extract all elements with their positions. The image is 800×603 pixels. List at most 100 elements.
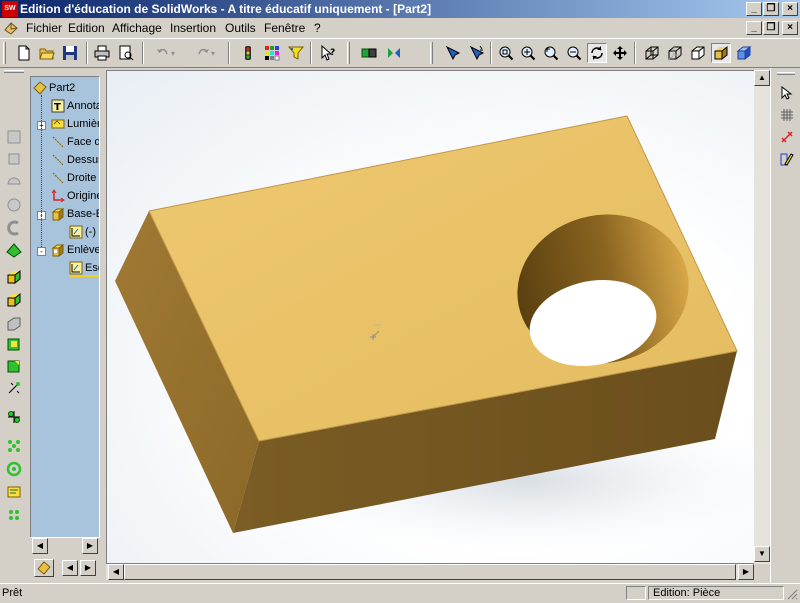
tree-item-top-plane[interactable]: Dessus <box>51 151 99 169</box>
tree-item-origin[interactable]: Origine <box>51 187 99 205</box>
print-preview-icon[interactable] <box>116 43 136 63</box>
tree-item-cut-extrude[interactable]: Enlèvement de matière <box>51 241 99 259</box>
toolbar-grip[interactable] <box>3 42 6 64</box>
toolbar-grip[interactable] <box>777 72 795 75</box>
scroll-thumb[interactable] <box>124 564 736 580</box>
origin-icon <box>51 189 65 203</box>
color-palette-icon[interactable] <box>262 43 282 63</box>
hidden-lines-removed-icon[interactable] <box>688 43 708 63</box>
zoom-in-icon[interactable] <box>518 43 538 63</box>
smart-select-icon[interactable] <box>467 43 487 63</box>
tree-item-right-plane[interactable]: Droite <box>51 169 99 187</box>
select-icon[interactable] <box>443 43 463 63</box>
wireframe-icon[interactable] <box>642 43 662 63</box>
dimension-icon[interactable] <box>778 128 796 146</box>
toolbar-separator <box>86 42 88 64</box>
hole-wizard-icon[interactable] <box>4 482 24 502</box>
restore-icon[interactable]: ❐ <box>763 2 779 16</box>
scroll-left-icon[interactable]: ◀ <box>108 564 124 580</box>
sweep-disabled-icon[interactable] <box>4 195 24 215</box>
menu-edition[interactable]: Edition <box>64 20 109 36</box>
menu-affichage[interactable]: Affichage <box>108 20 166 36</box>
dome-icon[interactable] <box>4 505 24 525</box>
menu-fichier[interactable]: Fichier <box>22 20 66 36</box>
fillet-icon[interactable] <box>4 314 24 334</box>
assembly-icon[interactable] <box>359 43 379 63</box>
scroll-right-icon[interactable]: ▶ <box>738 564 754 580</box>
tree-item-front-plane[interactable]: Face de face <box>51 133 99 151</box>
minimize-icon[interactable]: _ <box>746 2 762 16</box>
sketch-pencil-icon[interactable] <box>778 150 796 168</box>
tab-scroll-right-icon[interactable]: ▶ <box>80 560 96 576</box>
mirror-icon[interactable] <box>4 459 24 479</box>
extrude-disabled-icon[interactable] <box>4 149 24 169</box>
resize-grip-icon[interactable] <box>786 588 798 600</box>
viewport-vertical-scrollbar[interactable]: ▲ ▼ <box>754 70 770 564</box>
linear-pattern-icon[interactable] <box>4 407 24 427</box>
revolve-disabled-icon[interactable] <box>4 172 24 192</box>
tree-item-base-extrude[interactable]: Base-Extrusion <box>51 205 99 223</box>
hidden-lines-visible-icon[interactable] <box>665 43 685 63</box>
tree-item-lights[interactable]: Lumières <box>51 115 99 133</box>
tree-expand-toggle[interactable]: - <box>37 247 46 256</box>
loft-disabled-icon[interactable] <box>4 218 24 238</box>
circular-pattern-icon[interactable] <box>4 436 24 456</box>
revolve-cut-icon[interactable] <box>4 290 24 310</box>
tree-item-annotations[interactable]: T Annotations <box>51 97 99 115</box>
sketch-tools-toolbar <box>770 68 800 583</box>
pan-icon[interactable] <box>610 43 630 63</box>
open-folder-icon[interactable] <box>37 43 57 63</box>
tab-scroll-left-icon[interactable]: ◀ <box>62 560 78 576</box>
viewport-horizontal-scrollbar[interactable]: ◀ ▶ <box>106 564 754 580</box>
draft-icon[interactable] <box>4 378 24 398</box>
tree-item-sketch2[interactable]: Esquisse2 <box>69 259 99 277</box>
feature-manager-tab[interactable] <box>34 559 54 577</box>
tree-connector <box>41 95 42 247</box>
undo-icon[interactable]: ▾ <box>150 43 180 63</box>
graphics-area[interactable] <box>106 70 770 564</box>
boss-extrude-icon[interactable] <box>4 240 24 260</box>
scroll-left-icon[interactable]: ◀ <box>32 538 48 554</box>
solidworks-logo-icon[interactable]: SW <box>2 1 18 17</box>
zoom-to-fit-icon[interactable] <box>496 43 516 63</box>
menu-insertion[interactable]: Insertion <box>166 20 220 36</box>
doc-restore-icon[interactable]: ❐ <box>763 21 779 35</box>
save-icon[interactable] <box>60 43 80 63</box>
toolbar-grip[interactable] <box>4 70 24 73</box>
cut-extrude-icon[interactable] <box>4 267 24 287</box>
toolbar-grip[interactable] <box>430 42 433 64</box>
shell-icon[interactable] <box>4 356 24 376</box>
scroll-up-icon[interactable]: ▲ <box>754 70 770 86</box>
scroll-right-icon[interactable]: ▶ <box>82 538 98 554</box>
zoom-out-icon[interactable] <box>564 43 584 63</box>
rotate-view-icon[interactable] <box>587 43 607 63</box>
doc-close-icon[interactable]: × <box>782 21 798 35</box>
tree-horizontal-scrollbar[interactable]: ◀ ▶ <box>30 537 100 554</box>
redo-icon[interactable]: ▾ <box>190 43 220 63</box>
close-icon[interactable]: × <box>782 2 798 16</box>
print-icon[interactable] <box>92 43 112 63</box>
shaded-icon[interactable] <box>711 43 731 63</box>
model-view[interactable] <box>107 71 770 564</box>
document-icon[interactable] <box>3 20 19 36</box>
doc-minimize-icon[interactable]: _ <box>746 21 762 35</box>
scroll-down-icon[interactable]: ▼ <box>754 546 770 562</box>
toolbar-grip[interactable] <box>347 42 350 64</box>
tree-item-part2[interactable]: Part2 <box>33 79 99 97</box>
menu-help[interactable]: ? <box>310 20 325 36</box>
sketch-disabled-icon[interactable] <box>4 127 24 147</box>
select-arrow-icon[interactable] <box>778 84 796 102</box>
zoom-to-area-icon[interactable] <box>541 43 561 63</box>
grid-icon[interactable] <box>778 106 796 124</box>
traffic-light-rebuild-icon[interactable] <box>238 43 258 63</box>
chamfer-icon[interactable] <box>4 334 24 354</box>
menu-fenetre[interactable]: Fenêtre <box>260 20 309 36</box>
shaded-edges-icon[interactable] <box>734 43 754 63</box>
new-document-icon[interactable] <box>14 43 34 63</box>
mate-icon[interactable] <box>384 43 404 63</box>
cut-extrude-icon <box>51 244 65 258</box>
whats-this-help-icon[interactable]: ? <box>318 43 338 63</box>
tree-item-sketch1[interactable]: (-) Esquisse1 <box>69 223 99 241</box>
filter-icon[interactable] <box>286 43 306 63</box>
menu-outils[interactable]: Outils <box>221 20 260 36</box>
